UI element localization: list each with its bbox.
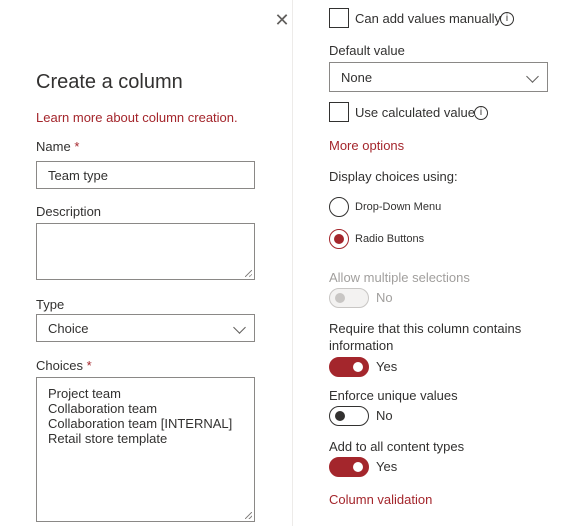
toggle-knob — [335, 293, 345, 303]
page-title: Create a column — [36, 71, 183, 93]
resize-handle-icon[interactable] — [245, 512, 252, 519]
choices-label-text: Choices — [36, 358, 83, 373]
chevron-down-icon — [233, 321, 246, 334]
description-label: Description — [36, 204, 102, 219]
toggle-knob — [353, 462, 363, 472]
manual-values-label: Can add values manually — [355, 11, 501, 26]
info-icon[interactable]: i — [500, 12, 514, 26]
require-info-toggle[interactable] — [329, 357, 369, 377]
require-info-state: Yes — [376, 359, 398, 374]
radio-radio-buttons[interactable] — [329, 229, 349, 249]
more-options-link[interactable]: More options — [329, 138, 404, 153]
unique-values-label: Enforce unique values — [329, 388, 458, 403]
unique-values-state: No — [376, 408, 393, 423]
display-choices-label: Display choices using: — [329, 169, 458, 184]
multiple-selections-label: Allow multiple selections — [329, 270, 470, 285]
calculated-label: Use calculated value — [355, 105, 475, 120]
close-icon[interactable]: ✕ — [273, 11, 291, 29]
required-mark: * — [86, 358, 92, 373]
default-value-dropdown-value: None — [341, 70, 373, 85]
type-dropdown[interactable]: Choice — [36, 314, 255, 342]
toggle-knob — [353, 362, 363, 372]
choices-label: Choices * — [36, 358, 92, 373]
multiple-selections-state: No — [376, 290, 393, 305]
choices-text: Project team Collaboration team Collabor… — [48, 386, 233, 446]
choices-textarea[interactable]: Project team Collaboration team Collabor… — [36, 377, 255, 522]
name-input[interactable]: Team type — [36, 161, 255, 189]
name-label: Name * — [36, 139, 79, 154]
chevron-down-icon — [526, 70, 539, 83]
resize-handle-icon[interactable] — [245, 270, 252, 277]
toggle-knob — [335, 411, 345, 421]
radio-radio-buttons-label: Radio Buttons — [355, 233, 425, 245]
description-textarea[interactable] — [36, 223, 255, 280]
unique-values-toggle[interactable] — [329, 406, 369, 426]
radio-dropdown-menu[interactable] — [329, 197, 349, 217]
panel-divider — [292, 0, 293, 526]
content-types-label: Add to all content types — [329, 439, 465, 454]
name-input-value: Team type — [48, 168, 108, 183]
learn-more-link[interactable]: Learn more about column creation. — [36, 110, 238, 125]
multiple-selections-toggle[interactable] — [329, 288, 369, 308]
content-types-state: Yes — [376, 459, 398, 474]
info-icon[interactable]: i — [474, 106, 488, 120]
type-dropdown-value: Choice — [48, 321, 89, 336]
require-info-label: Require that this column contains inform… — [329, 321, 522, 353]
content-types-toggle[interactable] — [329, 457, 369, 477]
radio-dropdown-menu-label: Drop-Down Menu — [355, 201, 442, 213]
column-validation-link[interactable]: Column validation — [329, 492, 432, 507]
default-value-dropdown[interactable]: None — [329, 62, 548, 92]
type-label: Type — [36, 297, 65, 312]
manual-values-checkbox[interactable] — [329, 8, 349, 28]
default-value-label: Default value — [329, 43, 405, 58]
calculated-checkbox[interactable] — [329, 102, 349, 122]
name-label-text: Name — [36, 139, 71, 154]
required-mark: * — [74, 139, 80, 154]
